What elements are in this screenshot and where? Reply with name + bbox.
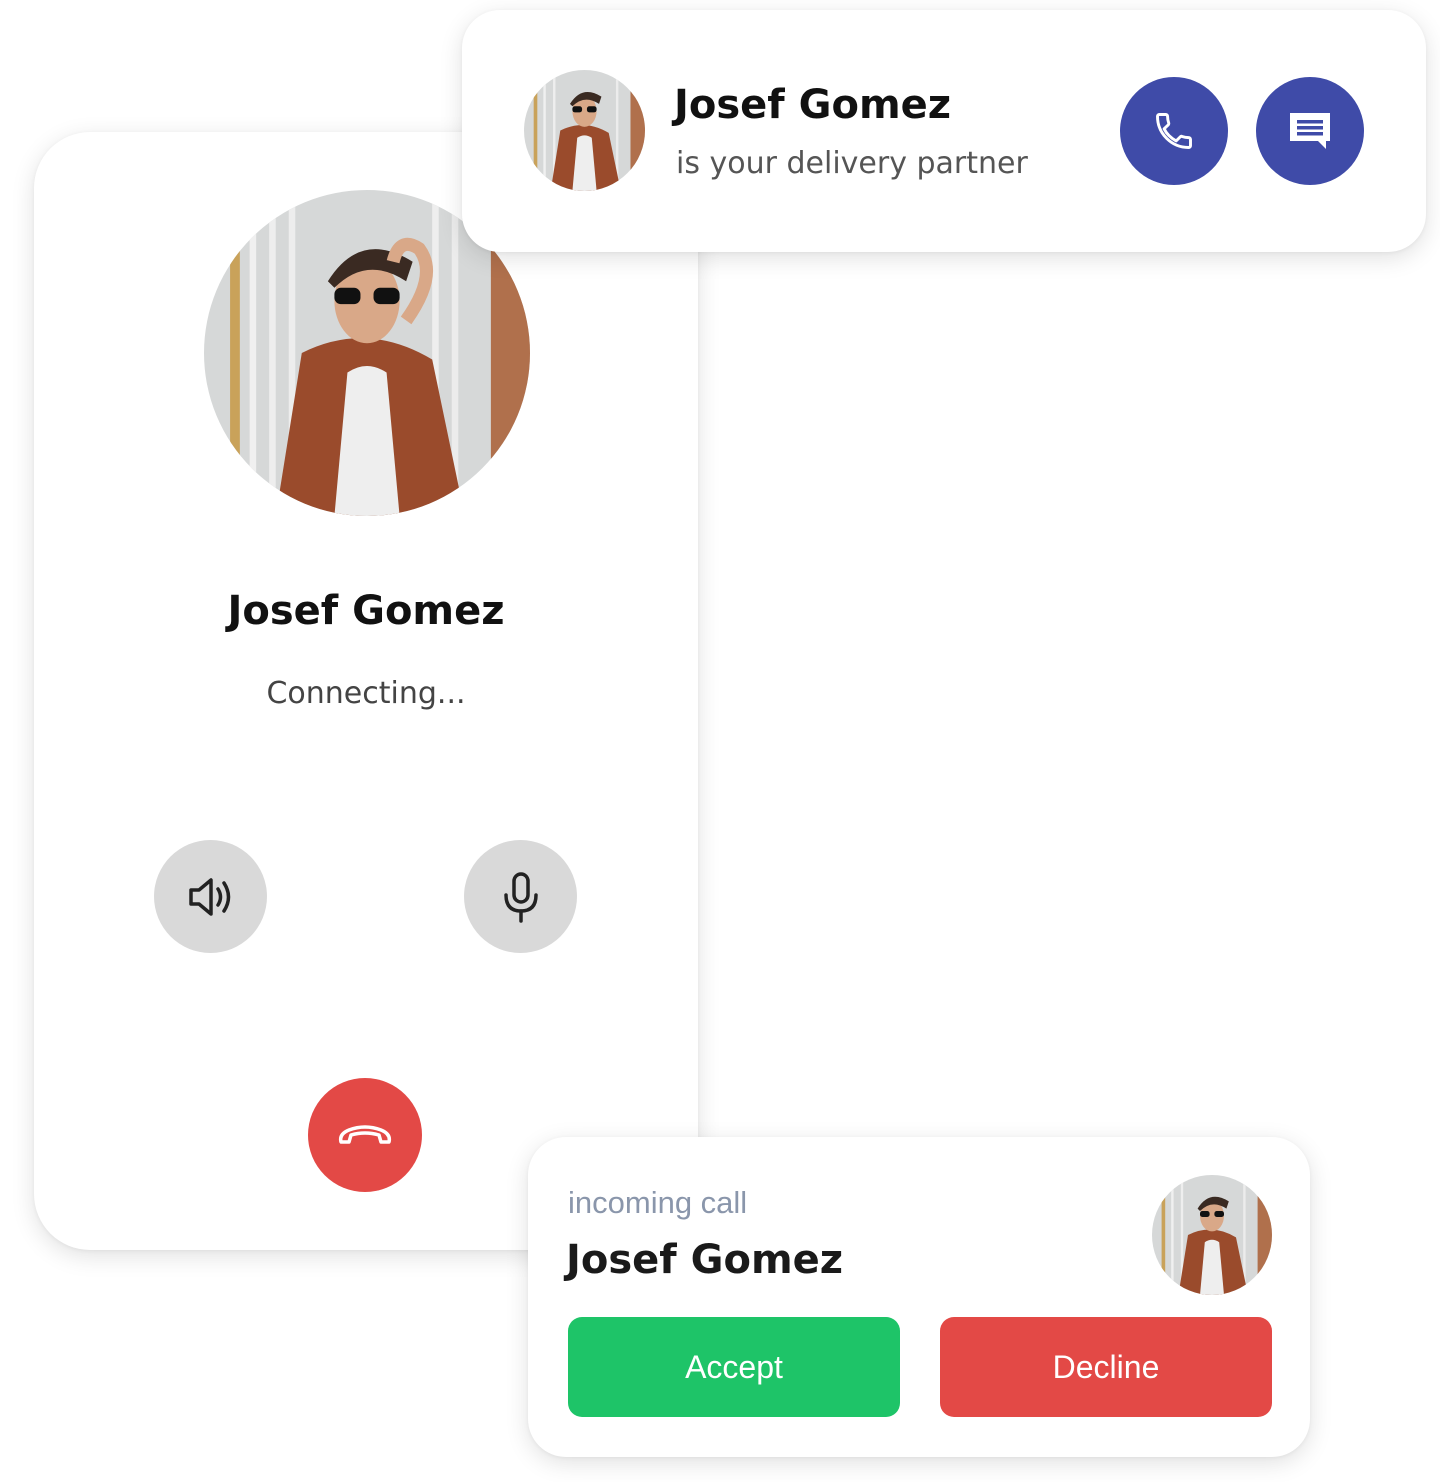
- speaker-button[interactable]: [154, 840, 267, 953]
- speaker-icon: [188, 877, 230, 916]
- incoming-call-card: incoming call Josef Gomez Accept Decline: [528, 1137, 1310, 1457]
- call-button[interactable]: [1120, 77, 1228, 185]
- hang-up-icon: [338, 1125, 392, 1144]
- call-status: Connecting...: [266, 676, 466, 711]
- delivery-partner-card: Josef Gomez is your delivery partner: [462, 10, 1426, 252]
- message-button[interactable]: [1256, 77, 1364, 185]
- avatar: [524, 70, 645, 191]
- decline-button[interactable]: Decline: [940, 1317, 1272, 1417]
- accept-button[interactable]: Accept: [568, 1317, 900, 1417]
- contact-name: Josef Gomez: [566, 1237, 844, 1283]
- microphone-button[interactable]: [464, 840, 577, 953]
- call-screen-card: Josef Gomez Connecting...: [34, 132, 698, 1250]
- avatar: [1152, 1175, 1272, 1295]
- phone-icon: [1156, 113, 1192, 149]
- end-call-button[interactable]: [308, 1078, 422, 1192]
- contact-role: is your delivery partner: [676, 146, 1028, 181]
- contact-name: Josef Gomez: [227, 588, 505, 634]
- microphone-icon: [503, 871, 538, 923]
- message-icon: [1290, 113, 1330, 149]
- contact-name: Josef Gomez: [674, 82, 952, 128]
- contact-photo: [1152, 1175, 1272, 1295]
- contact-photo: [524, 70, 645, 191]
- incoming-call-label: incoming call: [568, 1185, 748, 1220]
